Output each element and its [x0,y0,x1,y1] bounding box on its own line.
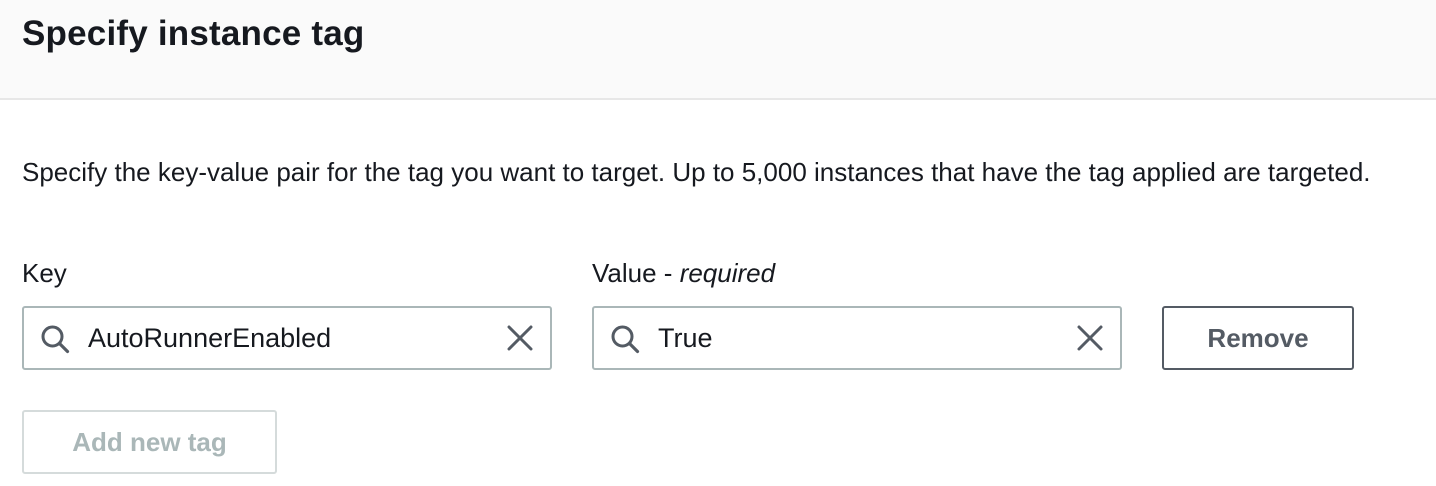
close-icon[interactable] [506,324,534,352]
search-icon [611,325,640,354]
remove-button[interactable]: Remove [1162,306,1354,370]
add-new-tag-button[interactable]: Add new tag [22,410,277,474]
value-label: Value - required [592,258,775,289]
close-icon[interactable] [1076,324,1104,352]
key-input[interactable]: AutoRunnerEnabled [22,306,552,370]
key-label: Key [22,258,67,289]
description-text: Specify the key-value pair for the tag y… [22,157,1371,187]
value-label-text: Value - [592,258,680,288]
required-marker: required [679,258,776,288]
value-input-value[interactable]: True [658,323,713,354]
panel-header: Specify instance tag [0,0,1436,100]
panel-title: Specify instance tag [22,14,365,53]
search-icon [41,325,70,354]
key-input-value[interactable]: AutoRunnerEnabled [88,323,331,354]
key-label-text: Key [22,258,67,288]
value-input[interactable]: True [592,306,1122,370]
